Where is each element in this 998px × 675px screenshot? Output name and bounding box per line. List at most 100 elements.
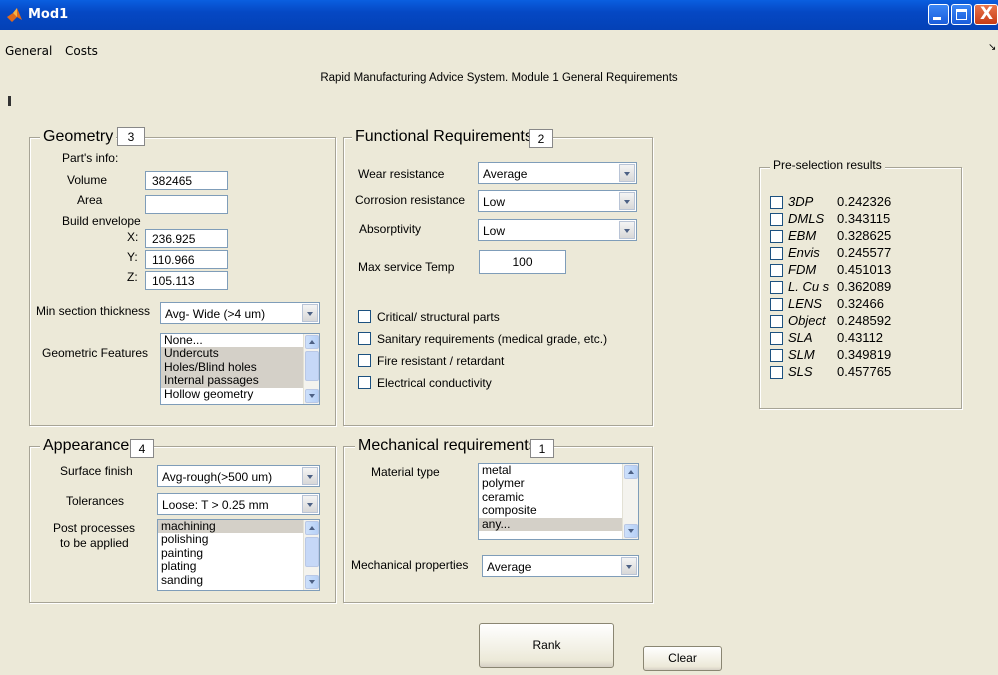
chevron-down-icon[interactable] <box>619 221 635 239</box>
functional-title: Functional Requirements <box>352 128 536 146</box>
scroll-thumb[interactable] <box>305 351 319 381</box>
result-checkbox[interactable] <box>770 349 783 362</box>
list-item[interactable]: any... <box>479 517 638 531</box>
list-item[interactable]: sanding <box>158 573 319 587</box>
chevron-down-icon[interactable] <box>619 164 635 182</box>
result-checkbox[interactable] <box>770 264 783 277</box>
menu-general[interactable]: General <box>5 44 52 58</box>
list-item[interactable]: composite <box>479 503 638 517</box>
list-item[interactable]: ceramic <box>479 490 638 504</box>
geometric-features-label: Geometric Features <box>42 346 149 360</box>
mechanical-title: Mechanical requirements <box>355 437 540 455</box>
x-input[interactable]: 236.925 <box>145 229 228 248</box>
area-input[interactable] <box>145 195 228 214</box>
clear-button[interactable]: Clear <box>643 646 722 671</box>
geometric-features-list[interactable]: None... Undercuts Holes/Blind holes Inte… <box>160 333 320 405</box>
result-value: 0.43112 <box>837 330 884 345</box>
menu-bar: General Costs ↘ <box>0 30 998 60</box>
surface-finish-label: Surface finish <box>60 464 133 478</box>
list-item[interactable]: Holes/Blind holes <box>161 360 319 375</box>
sanitary-checkbox[interactable] <box>358 332 371 345</box>
volume-input[interactable]: 382465 <box>145 171 228 190</box>
result-checkbox[interactable] <box>770 281 783 294</box>
result-checkbox[interactable] <box>770 298 783 311</box>
chevron-down-icon[interactable] <box>302 495 318 513</box>
scrollbar[interactable] <box>303 334 319 404</box>
chevron-down-icon[interactable] <box>619 192 635 210</box>
mechanical-properties-select[interactable]: Average <box>482 555 639 577</box>
rank-button[interactable]: Rank <box>479 623 614 668</box>
geometry-rank-badge[interactable]: 3 <box>117 127 145 146</box>
scroll-up-icon[interactable] <box>624 465 638 479</box>
tolerances-label: Tolerances <box>66 494 125 508</box>
scroll-down-icon[interactable] <box>624 524 638 538</box>
result-name: DMLS <box>788 211 825 226</box>
result-row: Envis 0.245577 <box>770 245 955 262</box>
tolerances-select[interactable]: Loose: T > 0.25 mm <box>157 493 320 515</box>
result-row: 3DP 0.242326 <box>770 194 955 211</box>
min-section-select[interactable]: Avg- Wide (>4 um) <box>160 302 320 324</box>
list-item[interactable]: metal <box>479 464 638 477</box>
minimize-button[interactable] <box>928 4 949 25</box>
scroll-down-icon[interactable] <box>305 389 319 403</box>
maximize-button[interactable] <box>951 4 972 25</box>
menu-costs[interactable]: Costs <box>65 44 98 58</box>
scrollbar[interactable] <box>303 520 319 590</box>
list-item[interactable]: painting <box>158 546 319 560</box>
scroll-up-icon[interactable] <box>305 335 319 349</box>
z-input[interactable]: 105.113 <box>145 271 228 290</box>
geometry-title: Geometry <box>40 128 117 146</box>
list-item[interactable]: polymer <box>479 477 638 490</box>
result-checkbox[interactable] <box>770 366 783 379</box>
matlab-logo-icon <box>7 8 22 22</box>
scroll-up-icon[interactable] <box>305 521 319 535</box>
result-row: EBM 0.328625 <box>770 228 955 245</box>
result-name: FDM <box>788 262 817 277</box>
close-button[interactable]: X <box>974 4 998 25</box>
result-checkbox[interactable] <box>770 332 783 345</box>
volume-label: Volume <box>67 173 108 187</box>
list-item[interactable]: Undercuts <box>161 347 319 361</box>
post-processes-list[interactable]: machining polishing painting plating san… <box>157 519 320 591</box>
functional-rank-badge[interactable]: 2 <box>529 129 553 148</box>
menu-overflow-icon[interactable]: ↘ <box>988 42 996 53</box>
electrical-conductivity-label: Electrical conductivity <box>377 376 492 390</box>
result-row: DMLS 0.343115 <box>770 211 955 228</box>
min-section-value: Avg- Wide (>4 um) <box>165 307 266 321</box>
surface-finish-select[interactable]: Avg-rough(>500 um) <box>157 465 320 487</box>
list-item[interactable]: Internal passages <box>161 373 319 388</box>
y-input[interactable]: 110.966 <box>145 250 228 269</box>
corrosion-select[interactable]: Low <box>478 190 637 212</box>
list-item[interactable]: machining <box>158 520 319 534</box>
chevron-down-icon[interactable] <box>302 304 318 322</box>
z-label: Z: <box>127 270 138 284</box>
result-checkbox[interactable] <box>770 230 783 243</box>
appearance-rank-badge[interactable]: 4 <box>130 439 154 458</box>
result-checkbox[interactable] <box>770 247 783 260</box>
list-item[interactable]: None... <box>161 334 319 347</box>
absorptivity-select[interactable]: Low <box>478 219 637 241</box>
list-item[interactable]: plating <box>158 559 319 573</box>
result-row: Object 0.248592 <box>770 313 955 330</box>
chevron-down-icon[interactable] <box>302 467 318 485</box>
critical-structural-checkbox[interactable] <box>358 310 371 323</box>
list-item[interactable]: Hollow geometry <box>161 387 319 401</box>
wear-resistance-select[interactable]: Average <box>478 162 637 184</box>
electrical-conductivity-checkbox[interactable] <box>358 376 371 389</box>
scroll-thumb[interactable] <box>305 537 319 567</box>
scrollbar[interactable] <box>622 464 638 539</box>
list-item[interactable]: polishing <box>158 533 319 546</box>
result-checkbox[interactable] <box>770 213 783 226</box>
fire-resistant-checkbox[interactable] <box>358 354 371 367</box>
fire-resistant-label: Fire resistant / retardant <box>377 354 505 368</box>
mechanical-rank-badge[interactable]: 1 <box>530 439 554 458</box>
result-checkbox[interactable] <box>770 196 783 209</box>
scroll-down-icon[interactable] <box>305 575 319 589</box>
max-temp-input[interactable]: 100 <box>479 250 566 274</box>
material-type-list[interactable]: metal polymer ceramic composite any... <box>478 463 639 540</box>
result-checkbox[interactable] <box>770 315 783 328</box>
chevron-down-icon[interactable] <box>621 557 637 575</box>
absorptivity-value: Low <box>483 224 506 238</box>
result-row: FDM 0.451013 <box>770 262 955 279</box>
result-name: LENS <box>788 296 822 311</box>
